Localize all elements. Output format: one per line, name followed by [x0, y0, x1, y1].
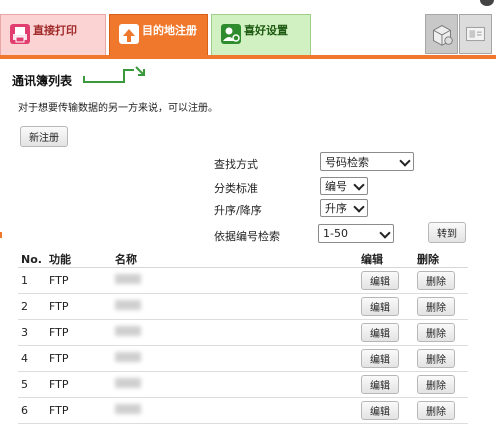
page-description: 对于想要传输数据的另一方来说，可以注册。: [18, 103, 218, 114]
table-row: 2 FTP 编辑 删除: [18, 293, 468, 320]
table-header-row: No. 功能 名称 编辑 删除: [18, 251, 468, 268]
table-row: 5 FTP 编辑 删除: [18, 371, 468, 398]
redacted-name: [115, 300, 141, 310]
order-select[interactable]: 升序: [320, 199, 368, 217]
range-label: 依据编号检索: [214, 230, 280, 243]
tab-destination-register[interactable]: 目的地注册: [109, 14, 208, 56]
row-no: 3: [18, 319, 46, 346]
table-row: 4 FTP 编辑 删除: [18, 345, 468, 372]
table-row: 3 FTP 编辑 删除: [18, 319, 468, 346]
tab-direct-print[interactable]: 直接打印: [0, 14, 106, 56]
redacted-name: [115, 378, 141, 388]
range-value: 1-50: [323, 227, 348, 240]
info-panel-button[interactable]: [459, 14, 492, 54]
print-icon: [10, 24, 30, 44]
header-delete: 删除: [414, 251, 468, 268]
redacted-name: [115, 352, 141, 362]
tab-preferences[interactable]: 喜好设置: [211, 14, 311, 56]
category-value: 编号: [325, 180, 347, 193]
title-decoration-icon: [83, 66, 145, 83]
tab-destination-register-label: 目的地注册: [142, 24, 197, 37]
box-icon: [433, 25, 453, 46]
user-settings-icon: [221, 24, 241, 44]
row-name: [112, 293, 358, 320]
header-function: 功能: [46, 251, 112, 268]
delete-button[interactable]: 删除: [417, 271, 455, 290]
chevron-down-icon: [353, 179, 365, 191]
search-method-label: 查找方式: [214, 158, 258, 171]
search-method-value: 号码检索: [325, 155, 369, 169]
table-row: 1 FTP 编辑 删除: [18, 267, 468, 294]
row-no: 5: [18, 371, 46, 398]
new-register-button[interactable]: 新注册: [20, 126, 68, 147]
row-name: [112, 267, 358, 294]
row-function: FTP: [46, 319, 112, 346]
redacted-name: [115, 326, 141, 336]
order-label: 升序/降序: [214, 204, 262, 217]
header-no: No.: [18, 251, 46, 268]
row-name: [112, 345, 358, 372]
edit-button[interactable]: 编辑: [361, 401, 399, 420]
address-book-icon: [119, 24, 139, 44]
device-status-button[interactable]: [425, 14, 458, 54]
row-name: [112, 397, 358, 424]
range-select[interactable]: 1-50: [318, 224, 394, 243]
left-accent-mark: [0, 232, 2, 238]
category-select[interactable]: 编号: [320, 177, 368, 195]
row-no: 4: [18, 345, 46, 372]
address-table: No. 功能 名称 编辑 删除 1 FTP 编辑 删除 2 FTP 编辑 删除 …: [18, 251, 468, 424]
redacted-name: [115, 274, 141, 284]
chevron-down-icon: [399, 154, 411, 167]
row-name: [112, 319, 358, 346]
row-function: FTP: [46, 345, 112, 372]
delete-button[interactable]: 删除: [417, 297, 455, 316]
edit-button[interactable]: 编辑: [361, 375, 399, 394]
tab-preferences-label: 喜好设置: [244, 24, 288, 37]
chevron-down-icon: [379, 226, 391, 239]
edit-button[interactable]: 编辑: [361, 297, 399, 316]
row-name: [112, 371, 358, 398]
tab-underline: [0, 55, 496, 59]
redacted-name: [115, 404, 141, 414]
goto-button[interactable]: 转到: [428, 222, 466, 243]
table-row: 6 FTP 编辑 删除: [18, 397, 468, 424]
row-function: FTP: [46, 267, 112, 294]
delete-button[interactable]: 删除: [417, 349, 455, 368]
edit-button[interactable]: 编辑: [361, 349, 399, 368]
page-title: 通讯簿列表: [12, 74, 73, 88]
delete-button[interactable]: 删除: [417, 401, 455, 420]
header-edit: 编辑: [358, 251, 414, 268]
edit-button[interactable]: 编辑: [361, 323, 399, 342]
tab-direct-print-label: 直接打印: [33, 24, 77, 37]
delete-button[interactable]: 删除: [417, 323, 455, 342]
row-no: 2: [18, 293, 46, 320]
row-function: FTP: [46, 293, 112, 320]
window-corner-icon: [480, 0, 494, 6]
search-method-select[interactable]: 号码检索: [320, 152, 414, 171]
delete-button[interactable]: 删除: [417, 375, 455, 394]
order-value: 升序: [325, 202, 347, 215]
top-bar: 直接打印 目的地注册 喜好设置: [0, 0, 496, 58]
row-no: 1: [18, 267, 46, 294]
edit-button[interactable]: 编辑: [361, 271, 399, 290]
category-label: 分类标准: [214, 182, 258, 195]
row-no: 6: [18, 397, 46, 424]
chevron-down-icon: [353, 201, 365, 213]
panel-icon: [466, 26, 485, 42]
header-name: 名称: [112, 251, 358, 268]
row-function: FTP: [46, 397, 112, 424]
row-function: FTP: [46, 371, 112, 398]
